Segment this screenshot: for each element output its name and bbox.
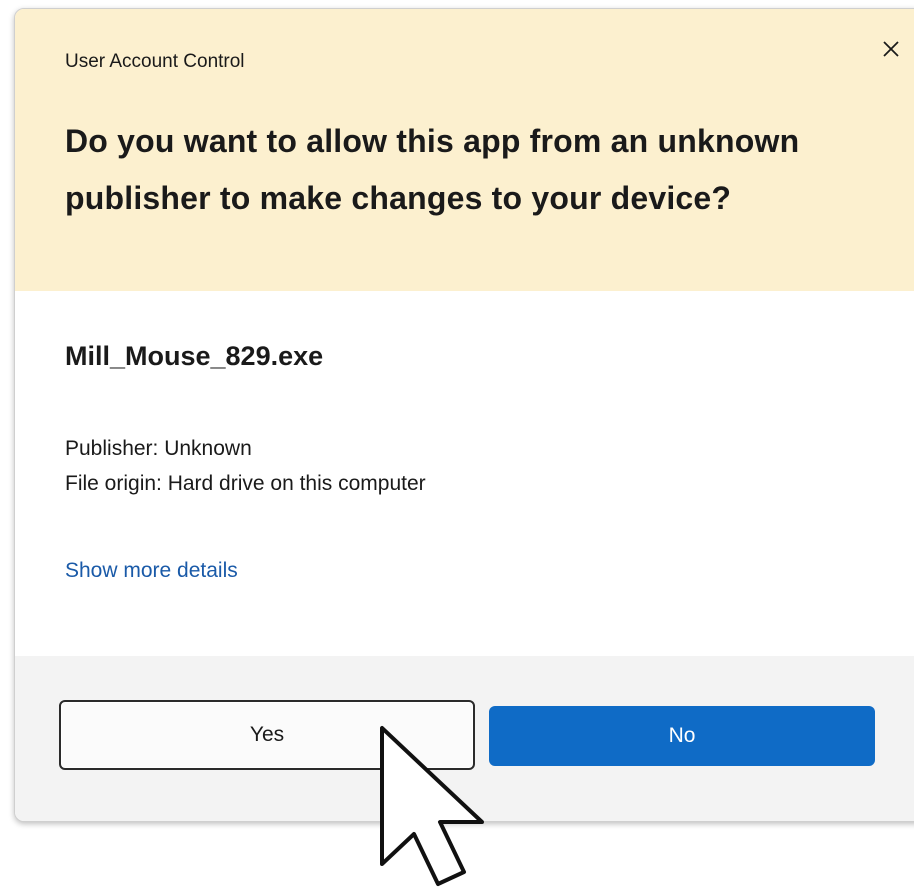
dialog-header: User Account Control Do you want to allo…	[15, 9, 914, 291]
app-info: Publisher: Unknown File origin: Hard dri…	[65, 431, 426, 501]
close-button[interactable]	[871, 29, 911, 69]
close-icon	[883, 41, 899, 57]
show-more-details-link[interactable]: Show more details	[65, 559, 238, 583]
file-origin-text: File origin: Hard drive on this computer	[65, 472, 426, 495]
uac-dialog: User Account Control Do you want to allo…	[14, 8, 914, 822]
dialog-body: Mill_Mouse_829.exe Publisher: Unknown Fi…	[15, 291, 914, 656]
uac-question: Do you want to allow this app from an un…	[65, 123, 800, 216]
dialog-title: User Account Control	[65, 51, 245, 72]
app-name: Mill_Mouse_829.exe	[65, 341, 324, 371]
no-button[interactable]: No	[489, 706, 875, 766]
publisher-text: Publisher: Unknown	[65, 437, 252, 460]
mouse-pointer-icon	[380, 726, 484, 886]
